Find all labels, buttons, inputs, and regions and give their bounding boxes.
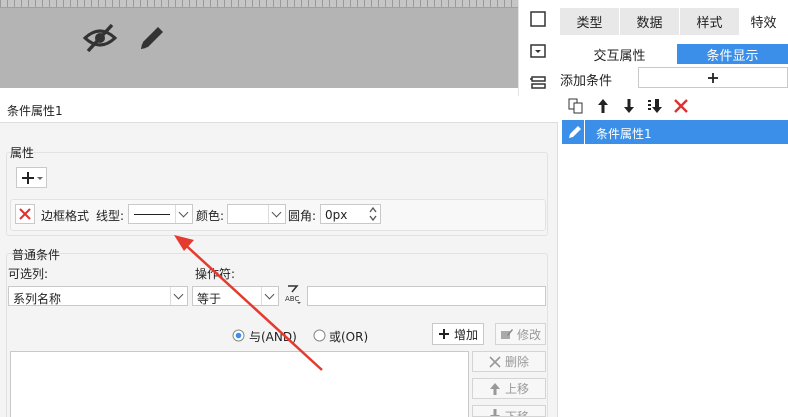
add-button-label: 增加	[453, 327, 478, 342]
delete-button-label: 删除	[504, 355, 529, 369]
tab-style[interactable]: 样式	[680, 8, 740, 35]
copy-icon[interactable]	[568, 98, 584, 114]
up-arrow-icon	[489, 382, 500, 395]
value-input[interactable]	[307, 286, 546, 306]
add-condition-button[interactable]: 增加	[432, 323, 484, 345]
close-icon	[19, 208, 31, 220]
radius-spinner[interactable]: 0px	[320, 204, 381, 224]
subtab-condition-display[interactable]: 条件显示	[677, 44, 788, 64]
layers-icon[interactable]	[529, 74, 547, 92]
condition-item-label: 条件属性1	[596, 127, 652, 141]
border-format-label: 边框格式	[41, 209, 90, 223]
delete-condition-button[interactable]: 删除	[472, 351, 546, 372]
radius-value: 0px	[325, 208, 348, 222]
optional-column-label: 可选列:	[8, 267, 49, 281]
arrow-down-icon[interactable]	[621, 98, 637, 114]
move-bottom-icon[interactable]	[647, 98, 663, 114]
property-panel: 类型 数据 样式 特效 交互属性 条件显示 添加条件	[558, 0, 788, 417]
add-attribute-button[interactable]	[16, 167, 47, 188]
move-up-button[interactable]: 上移	[472, 378, 546, 399]
edit-pencil-icon	[569, 126, 581, 138]
plus-dropdown-icon	[21, 171, 43, 184]
tab-effects[interactable]: 特效	[740, 8, 788, 35]
modify-button-label: 修改	[516, 327, 541, 342]
ruler	[0, 0, 518, 8]
delete-x-icon	[489, 355, 501, 368]
subtab-interaction[interactable]: 交互属性	[562, 44, 677, 64]
dropdown-box-icon[interactable]	[529, 42, 547, 60]
or-label: 或(OR)	[329, 330, 369, 344]
tab-data[interactable]: 数据	[620, 8, 680, 35]
radius-label: 圆角:	[288, 209, 317, 223]
delete-icon[interactable]	[673, 98, 689, 114]
spinner-arrows-icon[interactable]	[368, 206, 378, 222]
add-condition-plus-button[interactable]	[638, 67, 788, 88]
remove-border-button[interactable]	[15, 204, 35, 224]
add-condition-label: 添加条件	[560, 74, 613, 89]
down-arrow-icon	[489, 409, 500, 416]
chart-preview-area	[0, 0, 518, 88]
annotation-arrow	[174, 235, 323, 371]
attribute-group-label: 属性	[10, 146, 35, 160]
common-condition-label: 普通条件	[12, 248, 61, 262]
modify-icon	[500, 329, 513, 339]
line-type-select[interactable]	[128, 204, 193, 224]
panel-title: 条件属性1	[0, 96, 558, 123]
move-up-label: 上移	[504, 382, 529, 396]
pencil-icon[interactable]	[136, 22, 166, 54]
tab-type[interactable]: 类型	[560, 8, 620, 35]
color-label: 颜色:	[196, 209, 225, 223]
condition-list-item-selected[interactable]: 条件属性1	[562, 120, 788, 144]
plus-icon	[708, 72, 718, 83]
square-icon[interactable]	[529, 10, 547, 28]
side-icon-strip	[518, 0, 558, 96]
column-select-value: 系列名称	[13, 292, 62, 306]
color-select[interactable]	[227, 204, 286, 224]
hide-eye-icon[interactable]	[83, 22, 117, 54]
move-down-button[interactable]: 下移	[472, 405, 546, 417]
item-divider	[584, 120, 585, 144]
plus-icon	[438, 329, 449, 339]
solid-line-swatch	[134, 214, 170, 215]
line-type-label: 线型:	[96, 209, 125, 223]
arrow-up-icon[interactable]	[595, 98, 611, 114]
modify-condition-button[interactable]: 修改	[495, 323, 546, 345]
move-down-label: 下移	[504, 410, 529, 417]
